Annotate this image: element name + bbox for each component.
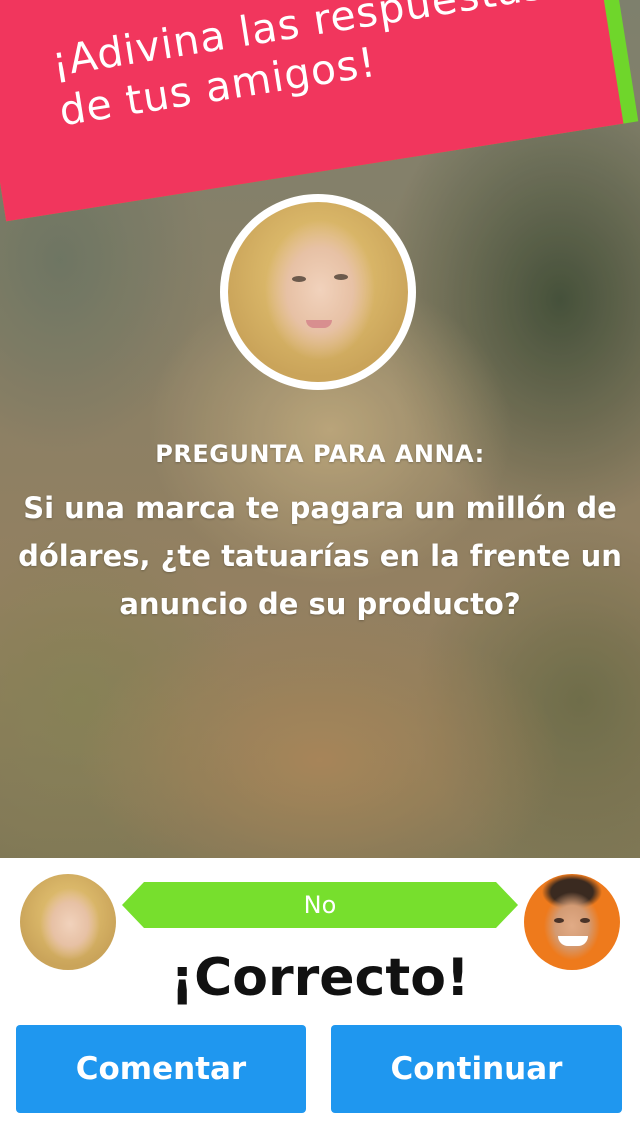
- comment-button[interactable]: Comentar: [16, 1025, 306, 1113]
- answer-text: No: [303, 891, 337, 919]
- result-panel: No ¡Correcto! Comentar Continuar: [0, 858, 640, 1136]
- question-label: PREGUNTA PARA ANNA:: [155, 440, 485, 468]
- game-screen: ¡Adivina las respuestas de tus amigos! P…: [0, 0, 640, 1136]
- question-target-avatar: [220, 194, 416, 390]
- question-text: Si una marca te pagara un millón de dóla…: [18, 491, 622, 621]
- answer-banner: No: [122, 882, 518, 928]
- continue-button[interactable]: Continuar: [331, 1025, 622, 1113]
- result-text: ¡Correcto!: [170, 948, 470, 1008]
- avatar-photo: [228, 202, 408, 382]
